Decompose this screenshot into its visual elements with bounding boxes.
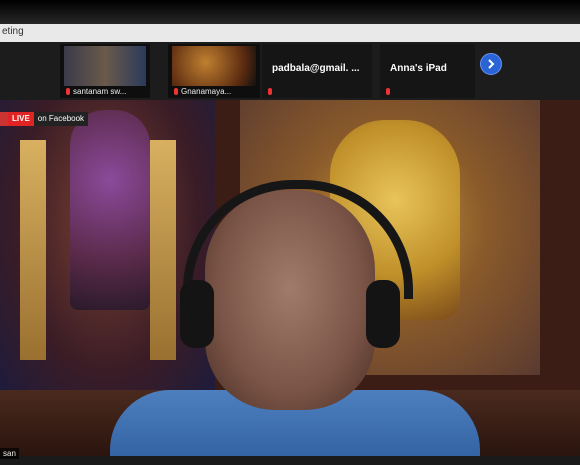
mic-muted-icon bbox=[174, 88, 178, 95]
mic-muted-icon bbox=[386, 88, 390, 95]
mic-muted-icon bbox=[66, 88, 70, 95]
headphone-earcup bbox=[366, 280, 400, 348]
participant-tile[interactable]: Gnanamaya... bbox=[168, 44, 260, 98]
headphone-earcup bbox=[180, 280, 214, 348]
participant-name: padbala@gmail. ... bbox=[272, 63, 360, 74]
live-indicator[interactable]: LIVE on Facebook bbox=[0, 112, 89, 126]
participant-tile[interactable]: padbala@gmail. ... bbox=[262, 44, 372, 98]
participant-name: santanam sw... bbox=[73, 87, 127, 96]
participant-tile[interactable]: Anna's iPad bbox=[380, 44, 475, 98]
participant-tile[interactable]: santanam sw... bbox=[60, 44, 150, 98]
next-participants-button[interactable] bbox=[480, 53, 502, 75]
mic-muted-icon bbox=[268, 88, 272, 95]
chevron-right-icon bbox=[488, 59, 495, 69]
title-bar: eting bbox=[0, 24, 580, 42]
main-video bbox=[0, 100, 580, 456]
shrine-pillar bbox=[20, 140, 46, 360]
deity-image-left bbox=[70, 110, 150, 310]
window-title: eting bbox=[2, 26, 24, 37]
participant-video bbox=[64, 46, 146, 86]
speaker-name-label: san bbox=[0, 448, 19, 459]
participant-name: Gnanamaya... bbox=[181, 87, 232, 96]
live-camera-icon bbox=[0, 112, 8, 126]
zoom-window: eting santanam sw... Gnanamaya... padbal… bbox=[0, 0, 580, 465]
live-badge: LIVE bbox=[8, 112, 34, 126]
shrine-pillar bbox=[150, 140, 176, 360]
screen-bottom-edge bbox=[0, 456, 580, 465]
screen-bezel bbox=[0, 0, 580, 26]
participant-name: Anna's iPad bbox=[390, 63, 447, 74]
participant-video bbox=[172, 46, 256, 86]
live-platform-label: on Facebook bbox=[33, 112, 89, 126]
